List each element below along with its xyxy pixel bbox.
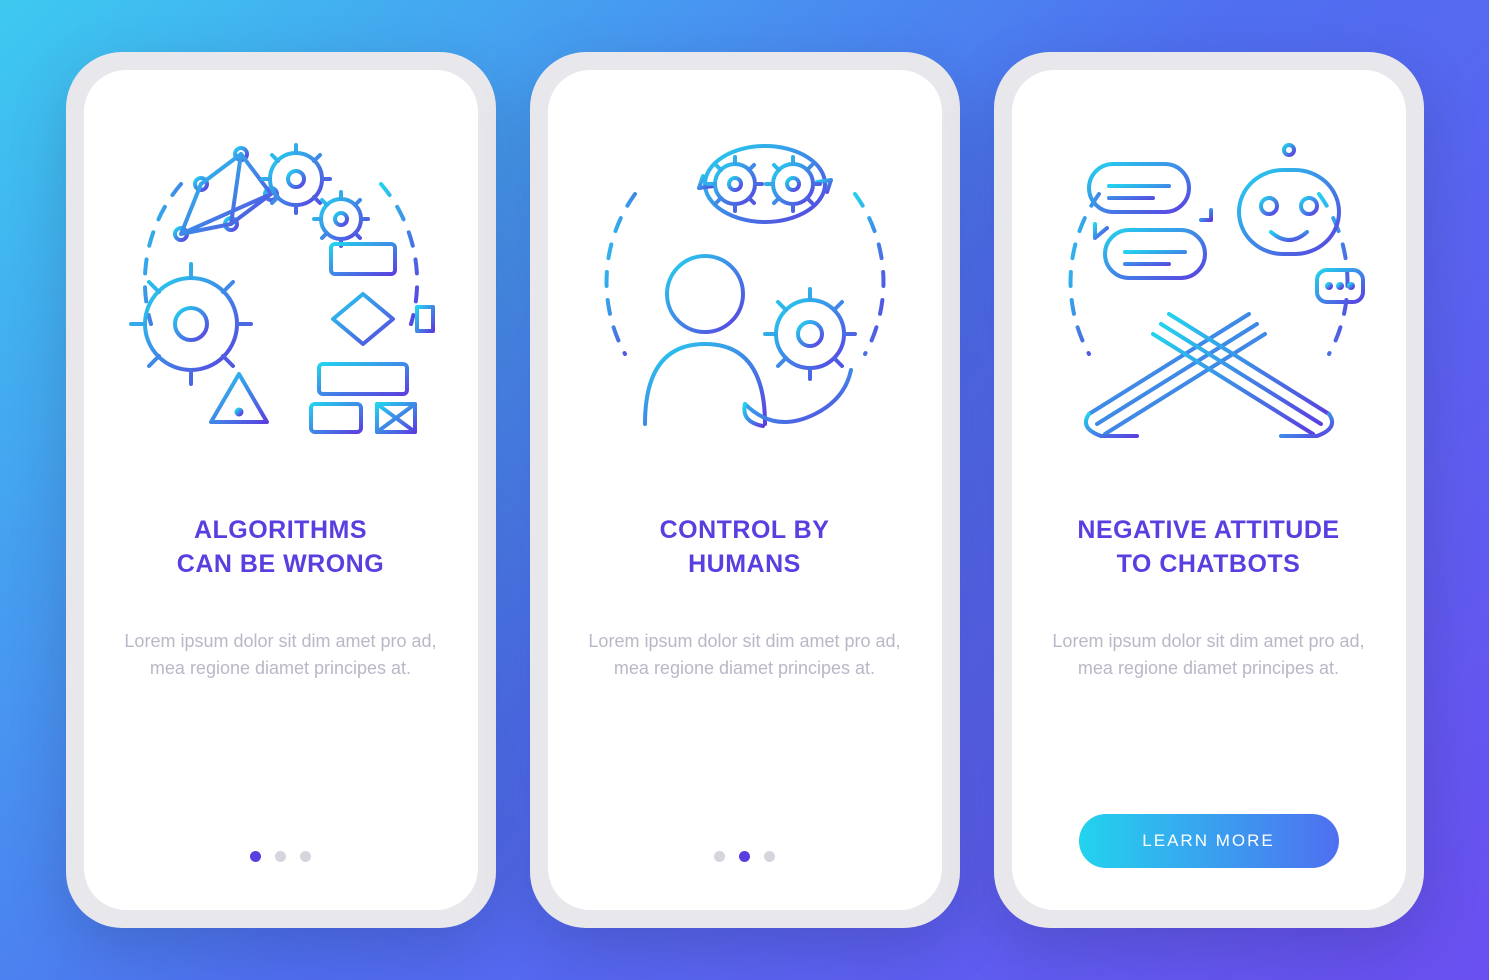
onboarding-card-1: ALGORITHMS CAN BE WRONG Lorem ipsum dolo… [66, 52, 496, 928]
screen-3: NEGATIVE ATTITUDE TO CHATBOTS Lorem ipsu… [1012, 70, 1406, 910]
pagination-dot-1[interactable] [714, 851, 725, 862]
onboarding-card-3: NEGATIVE ATTITUDE TO CHATBOTS Lorem ipsu… [994, 52, 1424, 928]
human-control-icon [585, 124, 905, 444]
screen-body: Lorem ipsum dolor sit dim amet pro ad, m… [585, 628, 905, 684]
screen-body: Lorem ipsum dolor sit dim amet pro ad, m… [121, 628, 441, 684]
pagination-dot-1[interactable] [250, 851, 261, 862]
pagination-dot-3[interactable] [764, 851, 775, 862]
screen-title: CONTROL BY HUMANS [660, 514, 830, 582]
pagination-dot-3[interactable] [300, 851, 311, 862]
pagination-dot-2[interactable] [275, 851, 286, 862]
pagination-dot-2[interactable] [739, 851, 750, 862]
algorithm-gears-icon [121, 124, 441, 444]
screen-body: Lorem ipsum dolor sit dim amet pro ad, m… [1049, 628, 1369, 684]
screen-title: NEGATIVE ATTITUDE TO CHATBOTS [1077, 514, 1339, 582]
screen-2: CONTROL BY HUMANS Lorem ipsum dolor sit … [548, 70, 942, 910]
screen-1: ALGORITHMS CAN BE WRONG Lorem ipsum dolo… [84, 70, 478, 910]
screen-title: ALGORITHMS CAN BE WRONG [177, 514, 384, 582]
pagination-dots [250, 851, 311, 884]
learn-more-button[interactable]: LEARN MORE [1079, 814, 1339, 868]
onboarding-card-2: CONTROL BY HUMANS Lorem ipsum dolor sit … [530, 52, 960, 928]
chatbot-negative-icon [1049, 124, 1369, 444]
pagination-dots [714, 851, 775, 884]
